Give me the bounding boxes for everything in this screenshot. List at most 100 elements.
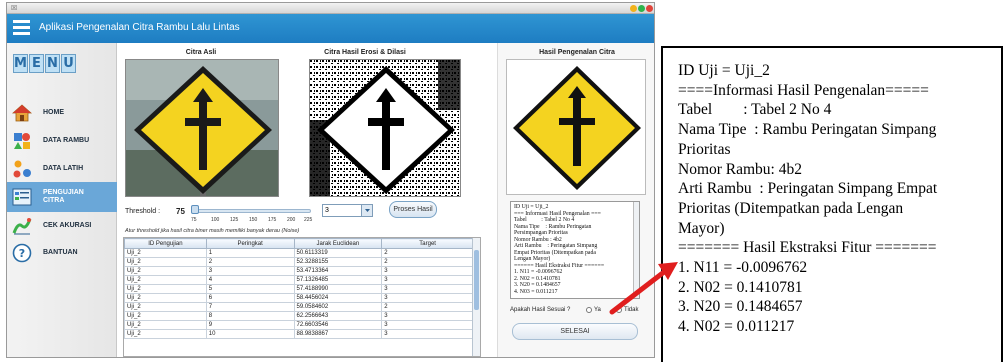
table-cell: 1 (205, 248, 295, 258)
zoom-line: Nama Tipe : Rambu Peringatan Simpang (678, 121, 937, 139)
results-table-grid: ID Pengujian Peringkat Jarak Euclidean T… (124, 238, 474, 339)
table-cell: 53.4713364 (293, 266, 383, 276)
sidebar-item-bantuan[interactable]: ? BANTUAN (7, 239, 117, 267)
table-row[interactable]: Uji_2 6 58.4456024 3 (124, 293, 474, 303)
result-image (506, 59, 646, 195)
zoom-line: Mayor) (678, 219, 725, 237)
table-cell: 50.6113319 (293, 248, 383, 258)
threshold-label: Threshold : (125, 208, 161, 215)
table-cell: 62.2566643 (293, 311, 383, 321)
table-cell: Uji_2 (124, 266, 207, 276)
minimize-button[interactable] (630, 5, 637, 12)
table-cell: 88.9838867 (293, 329, 383, 339)
table-header-row: ID Pengujian Peringkat Jarak Euclidean T… (124, 238, 474, 249)
table-cell: Uji_2 (124, 284, 207, 294)
selesai-button[interactable]: SELESAI (512, 323, 638, 340)
table-row[interactable]: Uji_2 8 62.2566643 3 (124, 311, 474, 321)
sidebar-item-label: BANTUAN (43, 249, 78, 256)
chevron-down-icon (365, 209, 370, 212)
table-cell: Uji_2 (124, 248, 207, 258)
menu-logo-letter: N (45, 54, 60, 73)
menu-logo-letter: M (13, 54, 28, 73)
app-window: ☒ Aplikasi Pengenalan Citra Rambu Lalu L… (6, 2, 655, 358)
table-cell: 3 (381, 311, 474, 321)
slider-tick-label: 150 (249, 217, 258, 223)
proses-hasil-button[interactable]: Proses Hasil (389, 201, 437, 218)
table-cell: 3 (205, 266, 295, 276)
table-cell: Uji_2 (124, 302, 207, 312)
zoom-line: Prioritas (Ditempatkan pada Lengan (678, 199, 904, 217)
threshold-slider[interactable]: 75 100 125 150 175 200 225 (191, 203, 312, 225)
sidebar-item-cek-akurasi[interactable]: CEK AKURASI (7, 212, 117, 240)
sidebar-item-data-rambu[interactable]: DATA RAMBU (7, 127, 117, 155)
table-cell: 2 (381, 257, 474, 267)
table-cell: 59.0584602 (293, 302, 383, 312)
table-cell: 57.4188990 (293, 284, 383, 294)
sidebar-item-label: DATA RAMBU (43, 137, 90, 144)
svg-text:?: ? (19, 247, 25, 260)
app-title: Aplikasi Pengenalan Citra Rambu Lalu Lin… (39, 22, 240, 33)
title-bar: Aplikasi Pengenalan Citra Rambu Lalu Lin… (7, 14, 654, 43)
column-header[interactable]: Jarak Euclidean (293, 238, 383, 249)
slider-thumb[interactable] (191, 205, 199, 214)
table-cell: 3 (381, 329, 474, 339)
table-row[interactable]: Uji_2 4 57.1326485 3 (124, 275, 474, 285)
sidebar-item-home[interactable]: HOME (7, 99, 117, 127)
dots-icon (13, 160, 31, 178)
slider-track[interactable] (193, 209, 311, 213)
zoom-line: 4. N02 = 0.011217 (678, 318, 795, 336)
table-row[interactable]: Uji_2 1 50.6113319 2 (124, 248, 474, 258)
close-button[interactable] (646, 5, 653, 12)
result-image-title: Hasil Pengenalan Citra (539, 49, 615, 56)
table-cell: 5 (205, 284, 295, 294)
maximize-button[interactable] (638, 5, 645, 12)
scrollbar-thumb[interactable] (474, 250, 479, 310)
sidebar-item-data-latih[interactable]: DATA LATIH (7, 155, 117, 183)
column-header[interactable]: ID Pengujian (124, 238, 207, 249)
nav-label-line: PENGUJIAN (43, 189, 84, 196)
radio-label: Ya (594, 307, 601, 313)
table-cell: Uji_2 (124, 275, 207, 285)
zoom-line: 3. N20 = 0.1484657 (678, 298, 803, 316)
match-question: Apakah Hasil Sesuai ? (510, 307, 571, 313)
table-scrollbar[interactable] (472, 238, 480, 356)
help-icon: ? (12, 243, 32, 263)
radio-circle[interactable] (586, 307, 592, 313)
radio-ya[interactable]: Ya (586, 307, 601, 313)
results-table[interactable]: ID Pengujian Peringkat Jarak Euclidean T… (123, 237, 481, 357)
test-image-icon (12, 188, 32, 206)
zoom-line: ====Informasi Hasil Pengenalan===== (678, 81, 929, 99)
column-header[interactable]: Target (381, 238, 474, 249)
table-row[interactable]: Uji_2 7 59.0584602 2 (124, 302, 474, 312)
zoom-line: ID Uji = Uji_2 (678, 62, 770, 79)
table-row[interactable]: Uji_2 9 72.6603546 3 (124, 320, 474, 330)
menu-logo-letter: U (61, 54, 76, 73)
slider-tick-label: 200 (287, 217, 296, 223)
sidebar-item-label: PENGUJIAN CITRA (43, 189, 84, 205)
table-cell: 2 (205, 257, 295, 267)
table-cell: 3 (381, 293, 474, 303)
main-panel: Citra Asli Citra Hasil Erosi & Dilasi Th… (117, 43, 497, 357)
slider-tick-label: 75 (191, 217, 197, 223)
zoomed-result-panel: ID Uji = Uji_2 ====Informasi Hasil Pengen… (661, 46, 1003, 362)
table-cell: Uji_2 (124, 320, 207, 330)
table-cell: Uji_2 (124, 329, 207, 339)
table-cell: Uji_2 (124, 293, 207, 303)
table-cell: Uji_2 (124, 311, 207, 321)
table-row[interactable]: Uji_2 2 52.3288155 2 (124, 257, 474, 267)
table-row[interactable]: Uji_2 3 53.4713364 3 (124, 266, 474, 276)
table-cell: 10 (205, 329, 295, 339)
column-header[interactable]: Peringkat (205, 238, 295, 249)
rank-stepper[interactable]: 3 (322, 204, 373, 217)
sidebar-item-pengujian-citra[interactable]: PENGUJIAN CITRA (7, 182, 117, 212)
window-menu-icon[interactable]: ☒ (11, 4, 17, 12)
table-cell: 9 (205, 320, 295, 330)
hamburger-menu-icon[interactable] (13, 20, 30, 36)
table-cell: 72.6603546 (293, 320, 383, 330)
table-row[interactable]: Uji_2 10 88.9838867 3 (124, 329, 474, 339)
stepper-dropdown-button[interactable] (361, 205, 372, 216)
table-row[interactable]: Uji_2 5 57.4188990 3 (124, 284, 474, 294)
original-image (125, 59, 279, 197)
table-cell: 3 (381, 275, 474, 285)
sidebar-item-label: DATA LATIH (43, 165, 84, 172)
